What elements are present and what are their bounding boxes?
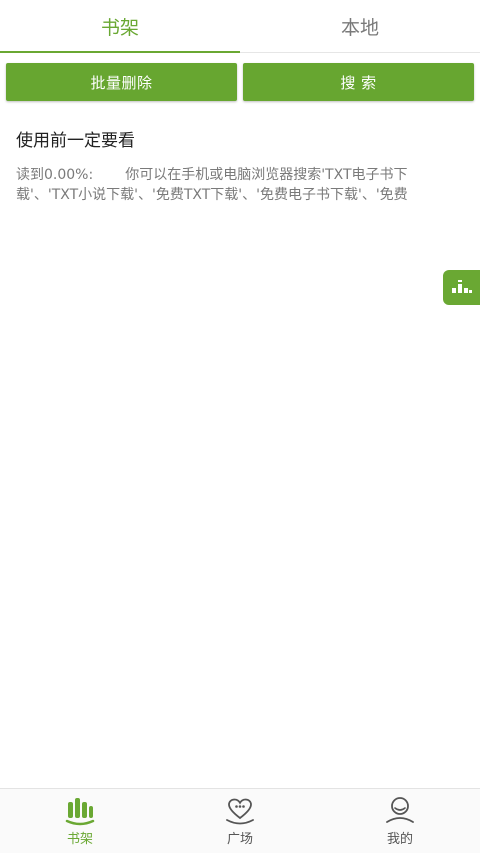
book-title: 使用前一定要看 <box>16 131 135 151</box>
tab-local-label: 本地 <box>340 16 379 39</box>
batch-delete-label: 批量删除 <box>90 73 153 92</box>
nav-mine-label: 我的 <box>386 831 413 847</box>
floating-stats-button[interactable] <box>443 270 480 305</box>
app-root: 书架 本地 批量删除 搜 索 使用前一定要看 读到0.00%: 你可以在手机或电脑… <box>0 0 480 853</box>
search-label: 搜 索 <box>340 73 377 92</box>
tab-bookshelf-label: 书架 <box>100 16 139 39</box>
heart-face-icon <box>224 796 256 826</box>
nav-item-square[interactable]: 广场 <box>160 789 320 853</box>
nav-square-label: 广场 <box>226 831 253 847</box>
top-tab-bar: 书架 本地 <box>0 0 480 53</box>
tab-local[interactable]: 本地 <box>240 0 480 52</box>
bar-chart-icon <box>451 278 473 298</box>
book-progress: 读到0.00%: <box>16 167 94 183</box>
nav-item-mine[interactable]: 我的 <box>320 789 480 853</box>
action-bar: 批量删除 搜 索 <box>6 63 474 101</box>
user-icon <box>384 796 416 826</box>
nav-item-bookshelf[interactable]: 书架 <box>0 789 160 853</box>
bottom-nav-bar: 书架 广场 我的 <box>0 788 480 853</box>
nav-bookshelf-label: 书架 <box>66 831 93 847</box>
book-list-item[interactable]: 使用前一定要看 读到0.00%: 你可以在手机或电脑浏览器搜索'TXT电子书下载'… <box>16 126 464 205</box>
tab-bookshelf[interactable]: 书架 <box>0 0 240 53</box>
search-button[interactable]: 搜 索 <box>243 63 474 101</box>
batch-delete-button[interactable]: 批量删除 <box>6 63 237 101</box>
book-description: 读到0.00%: 你可以在手机或电脑浏览器搜索'TXT电子书下载'、'TXT小说下… <box>16 165 436 205</box>
bookshelf-icon <box>64 796 96 826</box>
